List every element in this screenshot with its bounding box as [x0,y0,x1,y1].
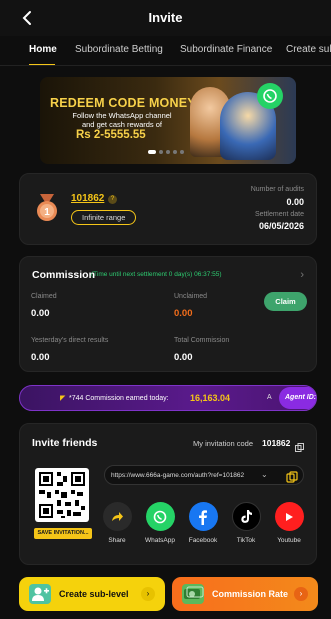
carousel-dot[interactable] [148,150,156,154]
create-sub-level-button[interactable]: Create sub-level › [19,577,165,611]
invite-title: Invite friends [32,437,98,449]
tab-create-sub[interactable]: Create sul [286,44,331,55]
share-label: Share [108,537,126,544]
share-arrow-icon [102,502,132,531]
claimed-value: 0.00 [31,308,50,319]
yesterday-stat: Yesterday's direct results 0.00 [31,337,108,363]
banner-subtitle-line1: Follow the WhatsApp channel [72,111,172,120]
money-icon [182,584,204,604]
create-sub-level-label: Create sub-level [59,589,129,599]
level-medal-icon: 1 [36,194,58,222]
invite-card: Invite friends My invitation code 101862… [19,423,317,565]
share-option-facebook[interactable]: Facebook [183,502,223,544]
settlement-timer: (Time until next settlement 0 day(s) 06:… [91,271,222,278]
share-option-youtube[interactable]: Youtube [269,502,309,544]
tab-subordinate-betting[interactable]: Subordinate Betting [75,44,163,55]
banner-title: REDEEM CODE MONEY [50,96,196,110]
tab-bar: Home Subordinate Betting Subordinate Fin… [0,36,331,66]
carousel-dots [148,150,187,154]
banner-subtitle: Follow the WhatsApp channel and get cash… [62,111,182,129]
unclaimed-stat: Unclaimed 0.00 [174,293,207,319]
invitation-code-label: My invitation code [193,439,254,448]
claim-button[interactable]: Claim [264,292,307,311]
unclaimed-label: Unclaimed [174,293,208,300]
chevron-right-icon: › [294,587,308,601]
qr-code [35,468,89,522]
whatsapp-label: WhatsApp [145,537,175,544]
invitation-code: 101862 [262,438,291,448]
commission-title: Commission [32,269,96,281]
claimed-label: Claimed [31,293,57,300]
ticker-tail: A [267,394,272,401]
ticker-amount: 16,163.04 [190,393,231,403]
yesterday-label: Yesterday's direct results [31,337,109,344]
chevron-down-icon[interactable]: ⌄ [261,470,268,479]
chevron-right-icon[interactable]: › [300,269,304,281]
copy-icon[interactable] [295,439,304,452]
youtube-label: Youtube [277,537,301,544]
total-label: Total Commission [174,337,230,344]
tiktok-icon [231,502,261,531]
whatsapp-icon [145,502,175,531]
banner-amount: Rs 2-5555.55 [76,129,146,141]
tab-home[interactable]: Home [29,44,57,55]
carousel-dot[interactable] [180,150,184,154]
youtube-icon [274,502,304,531]
chevron-right-icon: › [141,587,155,601]
carousel-dot[interactable] [173,150,177,154]
user-id[interactable]: 101862 [71,193,104,204]
agent-level-card: 1 101862 ? Infinite range Number of audi… [19,173,317,245]
svg-text:1: 1 [44,207,50,218]
tab-subordinate-finance[interactable]: Subordinate Finance [180,44,272,55]
unclaimed-value: 0.00 [174,308,193,319]
audits-label: Number of audits [250,186,304,193]
yesterday-value: 0.00 [31,352,50,363]
add-user-icon [29,584,51,604]
active-tab-indicator [29,64,55,65]
agent-id-tag: Agent ID: [279,387,316,409]
commission-rate-button[interactable]: Commission Rate › [172,577,318,611]
share-option-whatsapp[interactable]: WhatsApp [140,502,180,544]
whatsapp-icon [257,83,283,109]
audits-value: 0.00 [286,197,304,207]
save-invitation-button[interactable]: SAVE INVITATION... [34,528,92,539]
megaphone-icon: ◤ [60,395,66,402]
facebook-icon [188,502,218,531]
commission-rate-label: Commission Rate [212,589,289,599]
total-stat: Total Commission 0.00 [174,337,229,363]
promo-banner[interactable]: REDEEM CODE MONEY Follow the WhatsApp ch… [40,77,296,164]
tiktok-label: TikTok [236,537,256,544]
banner-subtitle-line2: and get cash rewards of [81,120,163,129]
range-badge: Infinite range [71,210,137,225]
page-title: Invite [148,10,183,25]
commission-card: Commission (Time until next settlement 0… [19,256,317,372]
share-option-share[interactable]: Share [97,502,137,544]
copy-link-icon[interactable] [285,470,299,483]
settlement-stat: Settlement date 06/05/2026 [255,211,304,231]
settlement-label: Settlement date [254,211,304,218]
carousel-dot[interactable] [166,150,170,154]
invite-link-field[interactable]: https://www.666a-game.com/auth?ref=10186… [104,465,304,485]
facebook-label: Facebook [188,537,218,544]
total-value: 0.00 [174,352,193,363]
audits-stat: Number of audits 0.00 [251,186,304,207]
carousel-dot[interactable] [159,150,163,154]
invite-link: https://www.666a-game.com/auth?ref=10186… [111,472,245,479]
claimed-stat: Claimed 0.00 [31,293,57,319]
ticker-text: *744 Commission earned today: [69,395,169,402]
settlement-value: 06/05/2026 [258,221,304,231]
commission-ticker: ◤ *744 Commission earned today: 16,163.0… [19,385,317,411]
top-bar: Invite [0,0,331,36]
share-option-tiktok[interactable]: TikTok [226,502,266,544]
info-icon[interactable]: ? [108,195,117,204]
